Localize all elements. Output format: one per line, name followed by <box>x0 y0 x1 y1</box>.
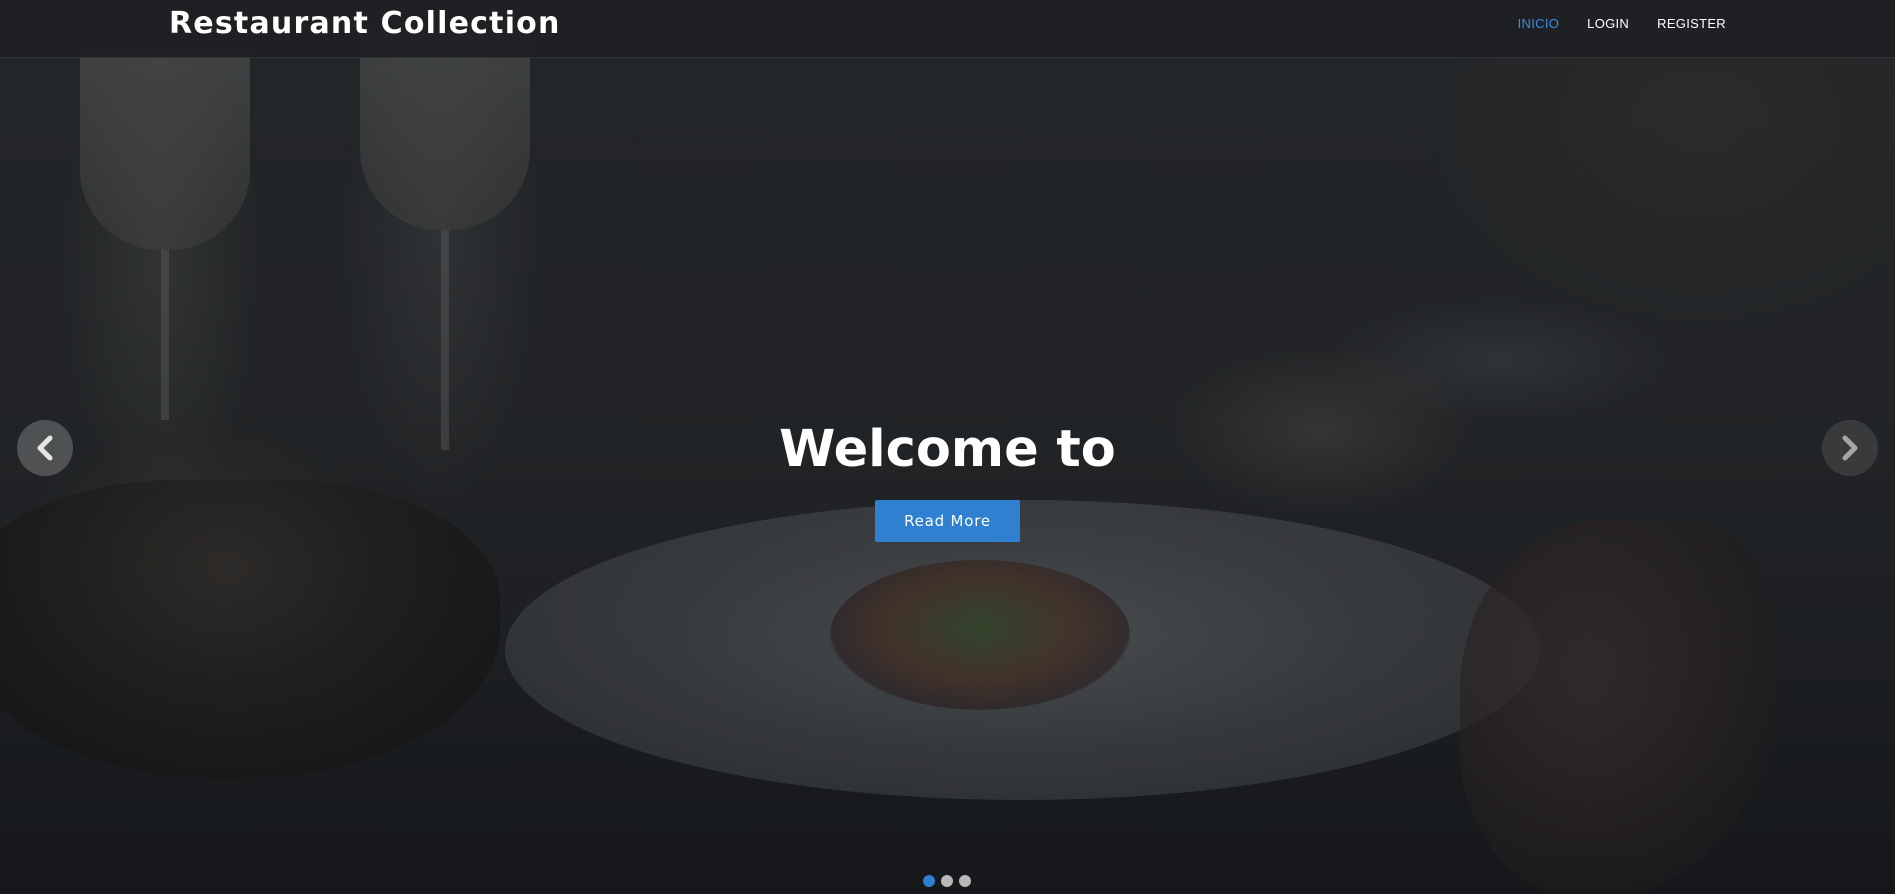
carousel-indicator-2[interactable] <box>941 875 953 887</box>
nav-item-login[interactable]: LOGIN <box>1587 14 1629 34</box>
chevron-right-icon <box>1840 435 1860 461</box>
nav-item-inicio[interactable]: INICIO <box>1518 14 1560 34</box>
carousel-indicators <box>923 875 971 887</box>
nav-menu: INICIO LOGIN REGISTER <box>1518 14 1726 34</box>
brand-logo-text[interactable]: Restaurant Collection <box>169 4 561 44</box>
carousel-next-button[interactable] <box>1822 420 1878 476</box>
carousel-indicator-3[interactable] <box>959 875 971 887</box>
nav-item-register[interactable]: REGISTER <box>1657 14 1726 34</box>
hero-title: Welcome to <box>779 420 1116 479</box>
chevron-left-icon <box>35 435 55 461</box>
top-navbar: Restaurant Collection INICIO LOGIN REGIS… <box>0 0 1895 58</box>
page: Restaurant Collection INICIO LOGIN REGIS… <box>0 0 1895 894</box>
carousel-prev-button[interactable] <box>17 420 73 476</box>
read-more-button[interactable]: Read More <box>875 500 1020 542</box>
carousel-indicator-1[interactable] <box>923 875 935 887</box>
